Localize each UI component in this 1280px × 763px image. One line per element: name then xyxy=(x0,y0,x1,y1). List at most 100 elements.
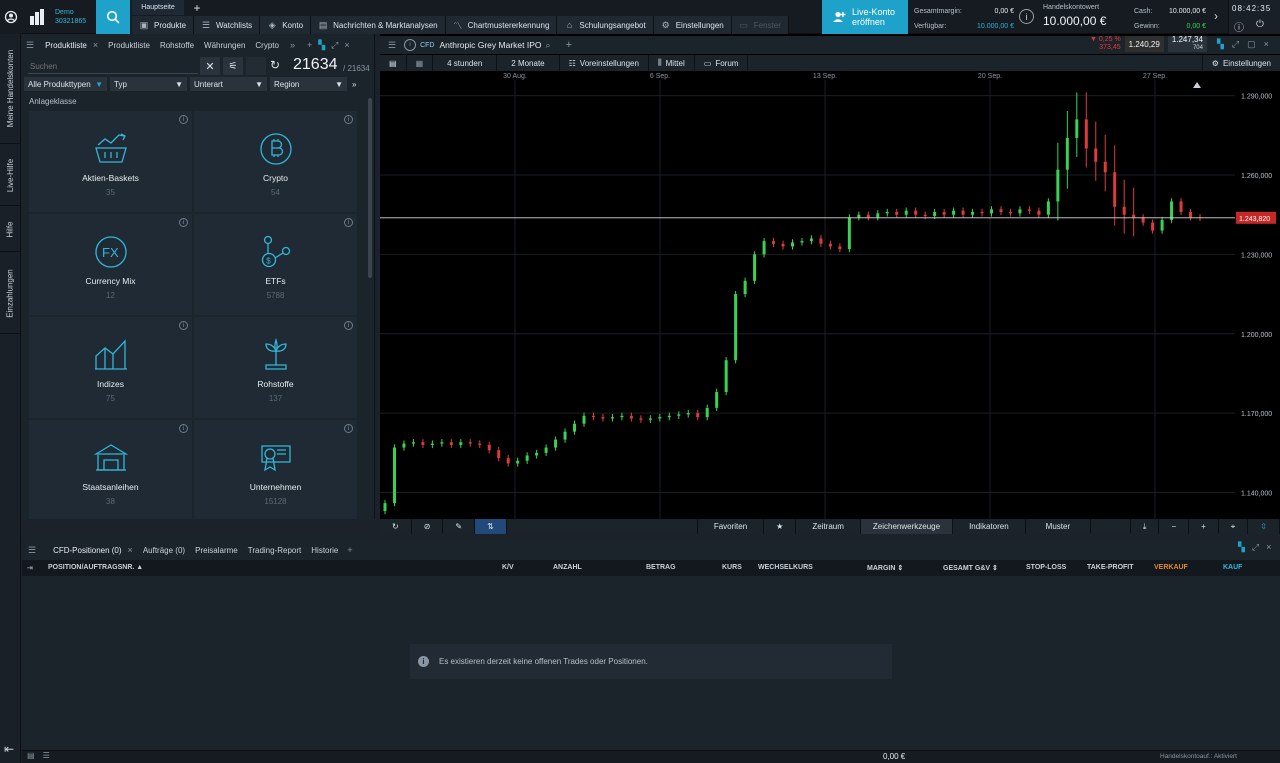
expand-rows-icon[interactable]: ⇥ xyxy=(27,564,33,572)
tab-produktliste[interactable]: Produktliste xyxy=(103,41,155,50)
forum-button[interactable]: ▭ Forum xyxy=(695,55,749,71)
star-icon[interactable]: ★ xyxy=(764,519,797,534)
more-filters-icon[interactable]: » xyxy=(350,77,362,91)
tab-hauptseite[interactable]: Hauptseite xyxy=(132,0,184,15)
fit-icon[interactable]: ⌖ xyxy=(1219,519,1249,534)
info-icon[interactable]: i xyxy=(179,115,188,124)
tab-produktliste-active[interactable]: Produktliste × xyxy=(40,40,103,50)
col-kauf[interactable]: KAUF xyxy=(1223,564,1242,571)
tab-crypto[interactable]: Crypto xyxy=(250,41,284,50)
indicators-button[interactable]: Indikatoren xyxy=(953,519,1026,534)
nav-fenster[interactable]: ▭ Fenster xyxy=(731,16,789,34)
favorites-button[interactable]: Favoriten xyxy=(696,519,765,534)
nav-konto[interactable]: ◈ Konto xyxy=(260,16,312,34)
search-icon[interactable]: ⌕ xyxy=(546,40,551,51)
col-wechselkurs[interactable]: WECHSELKURS xyxy=(758,564,813,571)
category-card-unternehmen[interactable]: i Unternehmen 15128 xyxy=(194,420,357,519)
col-betrag[interactable]: BETRAG xyxy=(646,564,676,571)
collapse-sidebar-icon[interactable]: ⇤ xyxy=(4,742,14,756)
power-icon[interactable]: ⏻ xyxy=(1256,19,1264,34)
add-tab-icon[interactable]: + xyxy=(307,40,312,50)
close-icon[interactable]: × xyxy=(128,545,133,555)
sidebar-tab-hilfe[interactable]: Hilfe xyxy=(0,208,21,252)
add-tab-icon[interactable]: + xyxy=(347,545,352,555)
reset-icon[interactable]: ↻ xyxy=(380,519,412,534)
layout-icon[interactable]: ▚ xyxy=(1217,39,1224,50)
layout-icon[interactable]: ▚ xyxy=(318,40,325,51)
layout-icon[interactable]: ▚ xyxy=(1238,542,1245,553)
info-icon[interactable]: i xyxy=(344,321,353,330)
menu-icon[interactable]: ☰ xyxy=(26,40,34,51)
expand-icon[interactable]: ⤢ xyxy=(1232,39,1239,50)
sidebar-tab-live-hilfe[interactable]: Live-Hilfe xyxy=(0,146,21,206)
tab-auftraege[interactable]: Aufträge (0) xyxy=(138,546,190,555)
info-icon[interactable]: ⓘ xyxy=(1234,19,1244,34)
info-icon[interactable]: i xyxy=(179,218,188,227)
add-page-button[interactable]: + xyxy=(187,0,207,15)
clear-search-button[interactable]: ✕ xyxy=(200,57,220,75)
tab-waehrungen[interactable]: Währungen xyxy=(199,41,250,50)
vertical-fit-icon[interactable]: ⇳ xyxy=(1248,519,1280,534)
filter-settings-button[interactable]: ⚟ xyxy=(223,57,243,75)
nav-chartmuster[interactable]: 〽 Chartmustererkennung xyxy=(445,16,558,34)
info-icon[interactable]: i xyxy=(344,424,353,433)
refresh-icon[interactable]: ↻ xyxy=(270,58,280,72)
close-icon[interactable]: × xyxy=(93,40,98,50)
medium-button[interactable]: ⫼ Mittel xyxy=(649,55,695,71)
category-card-aktien-baskets[interactable]: i Aktien-Baskets 35 xyxy=(29,111,192,212)
category-card-crypto[interactable]: i Crypto 54 xyxy=(194,111,357,212)
col-kurs[interactable]: KURS xyxy=(722,564,742,571)
drawing-tools-button[interactable]: Zeichenwerkzeuge xyxy=(860,519,954,534)
list-icon[interactable]: ☰ xyxy=(43,751,50,760)
document-icon[interactable]: ▤ xyxy=(27,751,35,760)
crosshair-icon[interactable]: ⇅ xyxy=(475,519,507,534)
chart-list-icon[interactable]: ▤ xyxy=(380,55,407,71)
category-card-rohstoffe[interactable]: i Rohstoffe 137 xyxy=(194,317,357,418)
patterns-button[interactable]: Muster xyxy=(1026,519,1092,534)
product-list-scrollbar[interactable] xyxy=(368,98,372,278)
scroll-to-latest-icon[interactable] xyxy=(1193,82,1201,88)
tab-cfd-positionen[interactable]: CFD-Positionen (0) × xyxy=(48,545,138,555)
menu-icon[interactable]: ☰ xyxy=(388,40,396,51)
nav-schulung[interactable]: ⌂ Schulungsangebot xyxy=(557,16,654,34)
live-account-button[interactable]: Live-Konto eröffnen xyxy=(822,0,908,34)
menu-icon[interactable]: ☰ xyxy=(28,545,36,556)
info-icon[interactable]: i xyxy=(344,218,353,227)
filter-produkttypen[interactable]: Alle Produkttypen ▼ xyxy=(24,77,107,91)
category-card-currency-mix[interactable]: i FX Currency Mix 12 xyxy=(29,214,192,315)
info-icon[interactable]: i xyxy=(179,424,188,433)
category-card-staatsanleihen[interactable]: i Staatsanleihen 38 xyxy=(29,420,192,519)
global-search-button[interactable] xyxy=(96,0,130,34)
info-icon[interactable]: i xyxy=(344,115,353,124)
col-kv[interactable]: K/V xyxy=(502,564,514,571)
filter-region[interactable]: Region ▼ xyxy=(270,77,347,91)
chart-grid-icon[interactable]: ▦ xyxy=(407,55,434,71)
user-icon[interactable] xyxy=(0,0,22,34)
chart-settings-button[interactable]: ⚙ Einstellungen xyxy=(1201,55,1280,71)
presets-button[interactable]: ☷ Voreinstellungen xyxy=(560,55,649,71)
filter-unterart[interactable]: Unterart ▼ xyxy=(190,77,267,91)
close-panel-icon[interactable]: × xyxy=(1264,39,1269,49)
tab-rohstoffe[interactable]: Rohstoffe xyxy=(155,41,199,50)
col-stop-loss[interactable]: STOP-LOSS xyxy=(1026,564,1066,571)
instrument-info-icon[interactable]: i xyxy=(404,39,417,51)
expand-icon[interactable]: ⤢ xyxy=(1252,542,1259,553)
close-panel-icon[interactable]: × xyxy=(344,40,349,50)
nav-produkte[interactable]: ▣ Produkte xyxy=(132,16,195,34)
tab-preisalarme[interactable]: Preisalarme xyxy=(190,546,243,555)
filter-typ[interactable]: Typ ▼ xyxy=(110,77,187,91)
expand-icon[interactable]: ⤢ xyxy=(331,40,338,51)
zoom-out-icon[interactable]: − xyxy=(1159,519,1190,534)
col-verkauf[interactable]: VERKAUF xyxy=(1154,564,1188,571)
chevron-right-icon[interactable]: › xyxy=(1214,9,1218,23)
price-chart[interactable]: 30 Aug. 6 Sep. 13 Sep. 20 Sep. 27 Sep. 1.140… xyxy=(380,71,1280,519)
nav-einstellungen[interactable]: ⚙ Einstellungen xyxy=(653,16,732,34)
col-gesamt-gv[interactable]: GESAMT G&V ⇕ xyxy=(943,564,998,572)
close-panel-icon[interactable]: × xyxy=(1266,542,1271,553)
ask-price[interactable]: 1.247,34 704 xyxy=(1167,36,1207,52)
col-position[interactable]: POSITION/AUFTRAGSNR. ▲ xyxy=(48,564,143,571)
more-tabs-icon[interactable]: » xyxy=(290,40,295,50)
category-card-etfs[interactable]: i $ ETFs 5788 xyxy=(194,214,357,315)
range-select[interactable]: 2 Monate xyxy=(497,55,560,71)
product-search-input[interactable] xyxy=(30,59,196,73)
